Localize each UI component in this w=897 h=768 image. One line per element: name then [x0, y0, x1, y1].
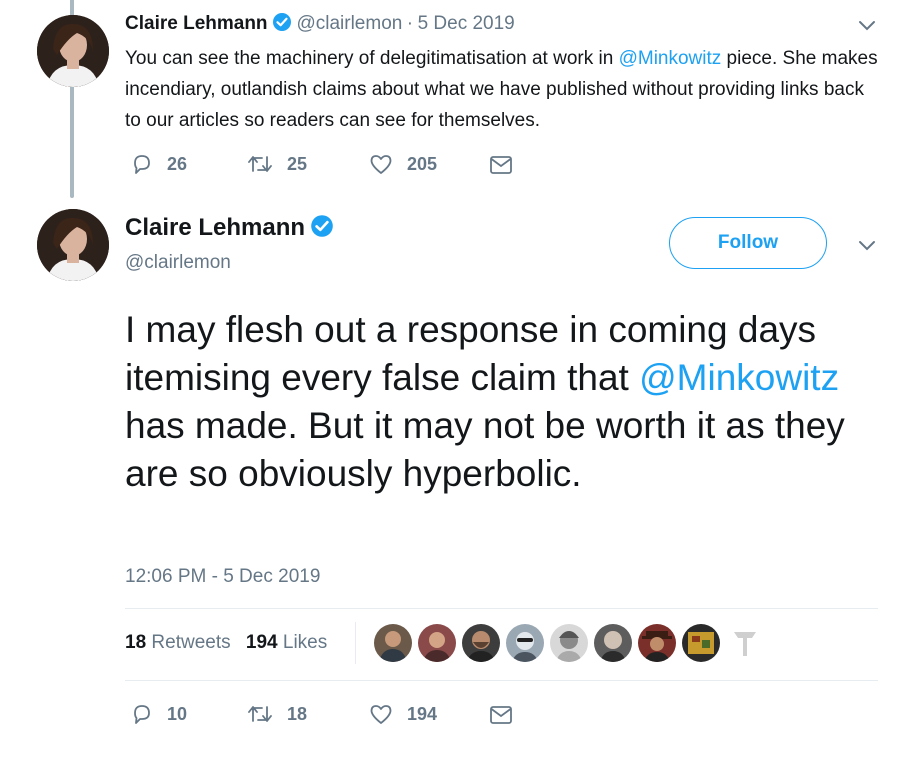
main-author-name[interactable]: Claire Lehmann [125, 214, 305, 241]
liker-avatar[interactable] [594, 624, 632, 662]
tweet-timestamp[interactable]: 12:06 PM - 5 Dec 2019 [125, 566, 320, 588]
main-author-handle[interactable]: @clairlemon [125, 252, 231, 274]
like-count: 205 [407, 153, 438, 174]
main-tweet-text: I may flesh out a response in coming day… [125, 306, 885, 498]
retweets-stat-count: 18 [125, 632, 147, 653]
verified-badge-icon [310, 214, 334, 243]
like-count: 194 [407, 703, 438, 724]
reply-action[interactable]: 10 [131, 703, 187, 725]
parent-tweet-header: Claire Lehmann @clairlemon · 5 Dec 2019 [125, 12, 515, 37]
chevron-down-icon[interactable] [858, 238, 876, 257]
mention-link[interactable]: @Minkowitz [619, 48, 722, 69]
stats-separator [355, 622, 356, 664]
meta-separator: · [406, 13, 414, 34]
reply-icon [131, 703, 153, 725]
parent-author-name[interactable]: Claire Lehmann [125, 13, 268, 34]
retweet-action[interactable]: 25 [247, 153, 307, 175]
parent-tweet-text: You can see the machinery of delegitimat… [125, 43, 885, 136]
likes-stat-count: 194 [245, 632, 278, 653]
retweet-count: 25 [287, 153, 308, 174]
retweet-icon [247, 703, 273, 725]
parent-author-avatar[interactable] [37, 15, 109, 87]
main-text-part-2: has made. But it may not be worth it as … [125, 405, 845, 494]
verified-badge-icon [272, 12, 292, 37]
retweets-stat-label: Retweets [151, 632, 231, 653]
likes-stat-label: Likes [282, 632, 328, 653]
reply-count: 10 [167, 703, 188, 724]
retweets-stat[interactable]: 18 Retweets [125, 632, 231, 653]
like-action[interactable]: 205 [369, 153, 437, 175]
liker-avatar[interactable] [506, 624, 544, 662]
stats-divider-bottom [125, 680, 878, 681]
direct-message-action[interactable] [489, 705, 513, 725]
like-icon [369, 703, 393, 725]
like-action[interactable]: 194 [369, 703, 437, 725]
liker-avatar[interactable] [682, 624, 720, 662]
liker-avatar[interactable] [462, 624, 500, 662]
parent-tweet-date[interactable]: 5 Dec 2019 [418, 13, 515, 34]
retweet-count: 18 [287, 703, 308, 724]
like-icon [369, 153, 393, 175]
main-author-avatar[interactable] [37, 209, 109, 281]
stats-divider-top [125, 608, 878, 609]
liker-avatars [374, 624, 764, 662]
parent-text-part-1: You can see the machinery of delegitimat… [125, 48, 619, 69]
direct-message-icon [489, 705, 513, 725]
retweet-icon [247, 153, 273, 175]
liker-avatar[interactable] [374, 624, 412, 662]
liker-avatar[interactable] [726, 624, 764, 662]
retweet-action[interactable]: 18 [247, 703, 307, 725]
likes-stat[interactable]: 194 Likes [246, 632, 327, 653]
mention-link[interactable]: @Minkowitz [639, 357, 839, 398]
reply-icon [131, 153, 153, 175]
parent-author-handle[interactable]: @clairlemon [296, 13, 402, 34]
follow-button[interactable]: Follow [669, 217, 827, 269]
direct-message-icon [489, 155, 513, 175]
reply-count: 26 [167, 153, 188, 174]
chevron-down-icon[interactable] [858, 18, 876, 37]
liker-avatar[interactable] [550, 624, 588, 662]
tweet-stats: 18 Retweets 194 Likes [125, 632, 327, 654]
liker-avatar[interactable] [418, 624, 456, 662]
direct-message-action[interactable] [489, 155, 513, 175]
main-tweet-header: Claire Lehmann [125, 214, 334, 243]
reply-action[interactable]: 26 [131, 153, 187, 175]
liker-avatar[interactable] [638, 624, 676, 662]
